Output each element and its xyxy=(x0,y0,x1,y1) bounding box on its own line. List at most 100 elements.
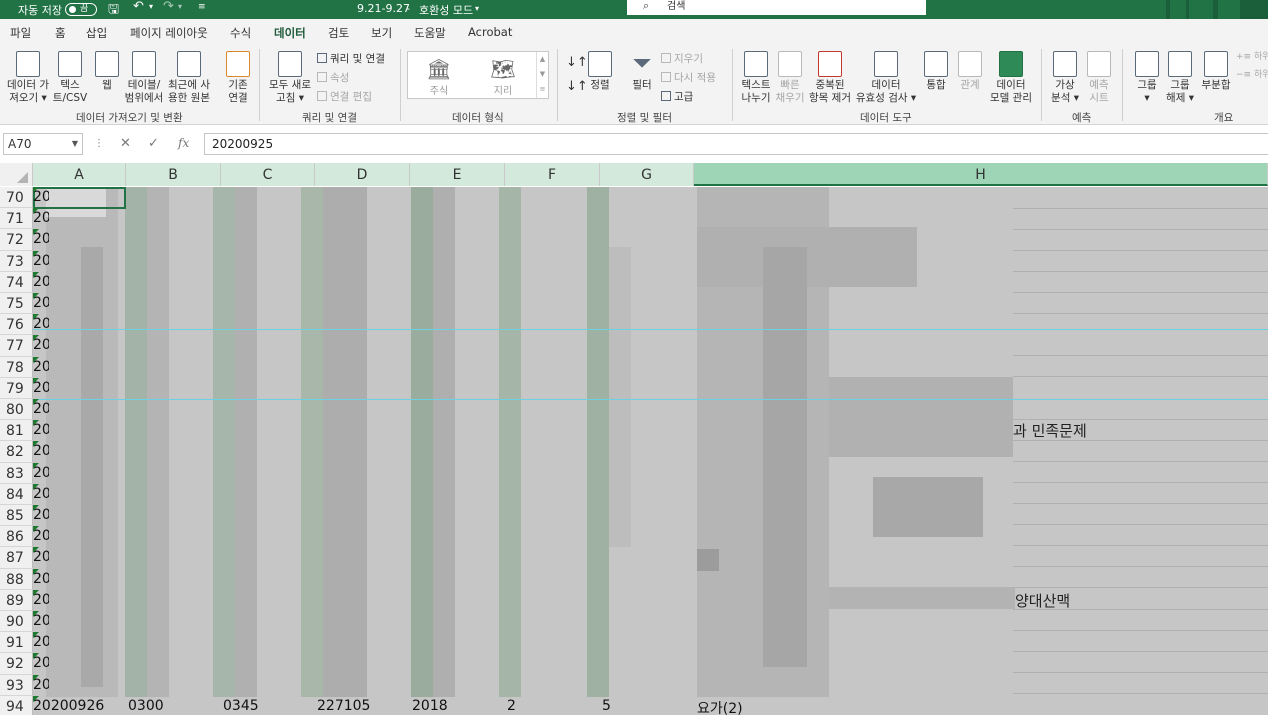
tab-view[interactable]: 보기 xyxy=(371,25,392,41)
show-detail-button[interactable]: +≡ 하위 xyxy=(1236,49,1268,62)
sort-asc-icon[interactable]: ↓↑ xyxy=(566,55,588,70)
column-header-d[interactable]: D xyxy=(315,163,410,186)
row-header[interactable]: 82 xyxy=(0,441,33,463)
relationships-button[interactable]: 관계 xyxy=(957,51,983,92)
cell-e94[interactable]: 2018 xyxy=(412,698,448,714)
row-header[interactable]: 83 xyxy=(0,462,33,484)
insert-function-icon[interactable]: fx xyxy=(178,136,189,150)
row-header[interactable]: 78 xyxy=(0,356,33,378)
refresh-all-button[interactable]: 모두 새로 고침 ▾ xyxy=(266,51,314,105)
cell-h89[interactable]: 양대산맥 xyxy=(1015,590,1070,611)
undo-icon[interactable]: ↶ xyxy=(133,0,144,14)
hide-detail-button[interactable]: −≡ 하위 xyxy=(1236,67,1268,80)
cell-f94[interactable]: 2 xyxy=(507,698,516,714)
cell-g94[interactable]: 5 xyxy=(602,698,611,714)
data-types-gallery[interactable]: 🏛 주식 🗺 지리 ▲ ▼ ≡ xyxy=(407,51,549,99)
geography-button[interactable]: 🗺 지리 xyxy=(478,56,528,97)
row-header[interactable]: 81 xyxy=(0,420,33,442)
row-header[interactable]: 75 xyxy=(0,293,33,315)
row-header[interactable]: 76 xyxy=(0,314,33,336)
undo-dropdown-icon[interactable]: ▾ xyxy=(149,2,153,11)
row-header[interactable]: 88 xyxy=(0,568,33,590)
column-header-c[interactable]: C xyxy=(221,163,315,186)
manage-data-model-button[interactable]: 데이터 모델 관리 xyxy=(989,51,1033,105)
cancel-icon[interactable]: ✕ xyxy=(120,136,131,151)
stocks-button[interactable]: 🏛 주식 xyxy=(414,56,464,97)
recent-sources-button[interactable]: 최근에 사 용한 원본 xyxy=(167,51,211,105)
column-header-e[interactable]: E xyxy=(410,163,505,186)
data-validation-button[interactable]: 데이터 유효성 검사 ▾ xyxy=(855,51,917,105)
queries-connections-button[interactable]: 쿼리 및 연결 xyxy=(317,51,385,66)
tab-file[interactable]: 파일 xyxy=(10,25,31,41)
row-header[interactable]: 84 xyxy=(0,483,33,505)
reapply-button[interactable]: 다시 적용 xyxy=(661,70,716,85)
subtotal-button[interactable]: 부분합 xyxy=(1199,51,1233,92)
cell-a94[interactable]: 20200926 xyxy=(33,698,104,714)
advanced-filter-button[interactable]: 고급 xyxy=(661,89,693,104)
row-header[interactable]: 93 xyxy=(0,674,33,696)
group-button[interactable]: 그룹 ▾ xyxy=(1134,51,1160,105)
search-input[interactable]: ⌕ 검색 xyxy=(627,0,926,15)
column-header-g[interactable]: G xyxy=(600,163,694,186)
clear-filter-button[interactable]: 지우기 xyxy=(661,51,703,66)
tab-help[interactable]: 도움말 xyxy=(414,25,446,41)
select-all-button[interactable] xyxy=(0,163,33,186)
cell-b94[interactable]: 0300 xyxy=(128,698,164,714)
row-header[interactable]: 73 xyxy=(0,250,33,272)
cell-h81[interactable]: 과 민족문제 xyxy=(1013,420,1087,441)
text-to-columns-button[interactable]: 텍스트 나누기 xyxy=(739,51,773,105)
row-header[interactable]: 72 xyxy=(0,229,33,251)
text-csv-button[interactable]: 텍스 트/CSV xyxy=(52,51,88,105)
row-header[interactable]: 79 xyxy=(0,377,33,399)
enter-icon[interactable]: ✓ xyxy=(148,136,159,151)
formula-input[interactable]: 20200925 xyxy=(204,133,1268,155)
tab-home[interactable]: 홈 xyxy=(55,25,66,41)
customize-toolbar-icon[interactable]: ≡ xyxy=(198,2,206,12)
existing-connections-button[interactable]: 기존 연결 xyxy=(224,51,252,105)
gallery-scrollbar[interactable]: ▲ ▼ ≡ xyxy=(536,52,548,98)
cell-grid[interactable]: 과 민족문제 양대산맥 20200926 0300 0345 227105 20… xyxy=(33,187,1268,715)
cell-d94[interactable]: 227105 xyxy=(317,698,370,714)
what-if-analysis-button[interactable]: 가상 분석 ▾ xyxy=(1048,51,1082,105)
column-header-b[interactable]: B xyxy=(126,163,221,186)
row-header[interactable]: 86 xyxy=(0,526,33,548)
edit-links-button[interactable]: 연결 편집 xyxy=(317,89,372,104)
ungroup-button[interactable]: 그룹 해제 ▾ xyxy=(1165,51,1195,105)
row-header[interactable]: 90 xyxy=(0,611,33,633)
sort-desc-icon[interactable]: ↓↑ xyxy=(566,79,588,94)
redo-dropdown-icon[interactable]: ▾ xyxy=(178,2,182,11)
autosave-toggle[interactable]: 끔 xyxy=(65,3,97,16)
tab-insert[interactable]: 삽입 xyxy=(86,25,107,41)
redo-icon[interactable]: ↷ xyxy=(163,0,174,14)
row-header[interactable]: 91 xyxy=(0,632,33,654)
name-box[interactable]: A70 ▼ xyxy=(3,133,83,155)
row-header[interactable]: 85 xyxy=(0,505,33,527)
flash-fill-button[interactable]: 빠른 채우기 xyxy=(775,51,805,105)
row-header[interactable]: 70 xyxy=(0,187,33,209)
sort-button[interactable]: 정렬 xyxy=(587,51,613,92)
column-header-a[interactable]: A xyxy=(33,163,126,186)
tab-formulas[interactable]: 수식 xyxy=(230,25,251,41)
row-header[interactable]: 77 xyxy=(0,335,33,357)
column-header-h[interactable]: H xyxy=(694,163,1268,186)
properties-button[interactable]: 속성 xyxy=(317,70,349,85)
row-header[interactable]: 74 xyxy=(0,271,33,293)
row-header[interactable]: 92 xyxy=(0,653,33,675)
tab-review[interactable]: 검토 xyxy=(328,25,349,41)
cell-c94[interactable]: 0345 xyxy=(223,698,259,714)
row-header[interactable]: 71 xyxy=(0,208,33,230)
row-header[interactable]: 80 xyxy=(0,399,33,421)
tab-acrobat[interactable]: Acrobat xyxy=(468,25,512,39)
from-table-button[interactable]: 테이블/범위에서 xyxy=(124,51,164,105)
row-header[interactable]: 89 xyxy=(0,589,33,611)
column-header-f[interactable]: F xyxy=(505,163,600,186)
remove-duplicates-button[interactable]: 중복된 항목 제거 xyxy=(808,51,852,105)
row-header[interactable]: 94 xyxy=(0,695,33,715)
get-data-button[interactable]: 데이터 가 져오기 ▾ xyxy=(6,51,50,105)
tab-page-layout[interactable]: 페이지 레이아웃 xyxy=(130,25,208,41)
from-web-button[interactable]: 웹 xyxy=(93,51,121,92)
forecast-sheet-button[interactable]: 예측 시트 xyxy=(1086,51,1112,105)
consolidate-button[interactable]: 통합 xyxy=(923,51,949,92)
row-header[interactable]: 87 xyxy=(0,547,33,569)
tab-data[interactable]: 데이터 xyxy=(273,25,307,47)
